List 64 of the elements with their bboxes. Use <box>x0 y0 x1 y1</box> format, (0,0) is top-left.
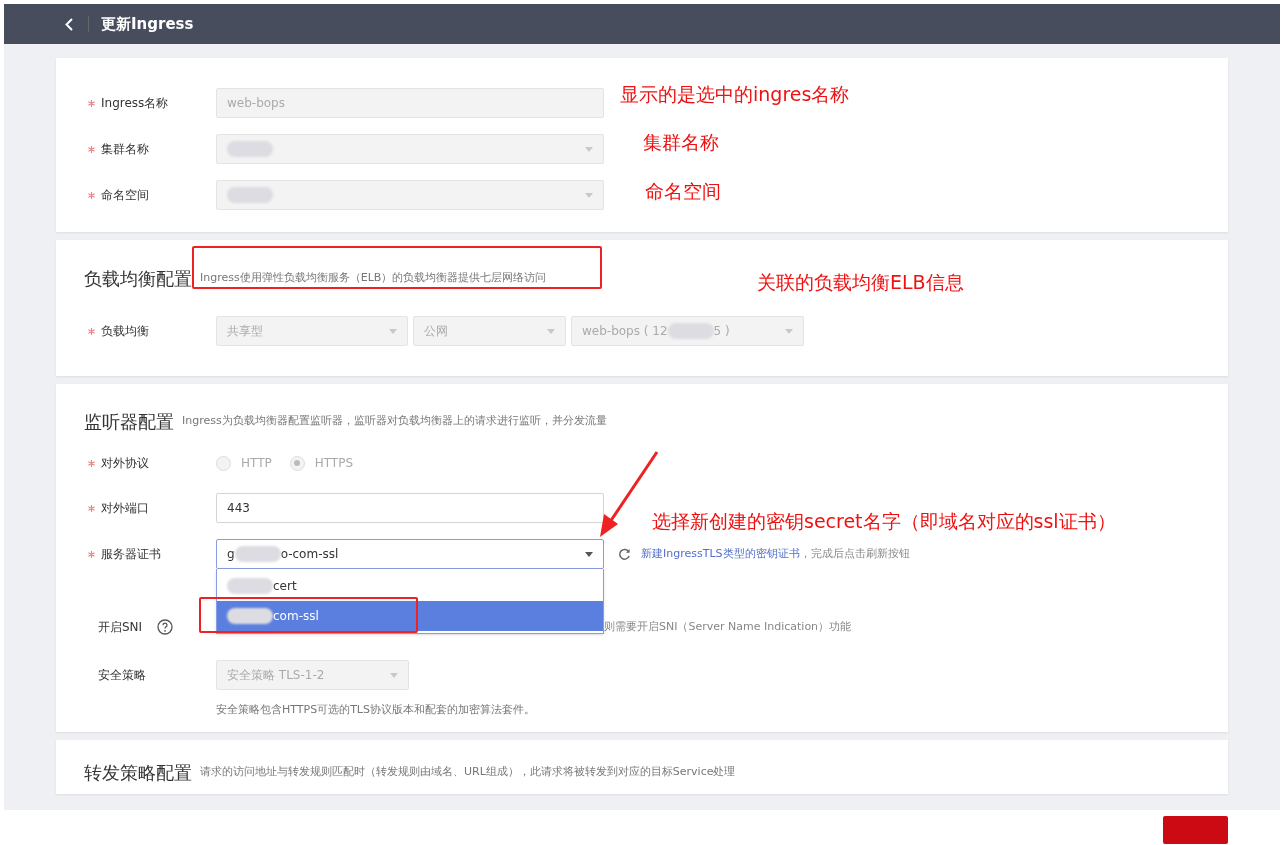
field-label: 对外协议 <box>101 455 149 472</box>
field-value: web-bops <box>227 95 285 112</box>
field-value: g <box>227 546 235 563</box>
caret-icon <box>585 192 593 198</box>
chevron-left-icon <box>65 17 73 31</box>
field-label: 对外端口 <box>101 500 149 517</box>
help-text: 安全策略包含HTTPS可选的TLS协议版本和配套的加密算法套件。 <box>216 703 535 716</box>
submit-button[interactable] <box>1163 816 1228 844</box>
page-title: 更新Ingress <box>101 13 194 35</box>
caret-icon <box>585 551 593 557</box>
field-value: o-com-ssl <box>280 546 339 563</box>
dropdown-option[interactable]: com-ssl <box>217 601 603 631</box>
refresh-icon[interactable] <box>618 547 631 561</box>
field-value: 安全策略 TLS-1-2 <box>227 667 325 684</box>
help-icon <box>157 619 173 635</box>
annotation-note: 显示的是选中的ingres名称 <box>620 82 850 107</box>
asterisk-icon <box>88 191 95 199</box>
section-title: 监听器配置 <box>84 409 174 434</box>
caret-icon <box>389 328 397 334</box>
radio-label: HTTP <box>241 455 272 472</box>
field-value: 443 <box>227 500 250 517</box>
field-value: 5 ) <box>713 323 730 340</box>
select-field[interactable]: web-bops ( 12 5 ) <box>571 316 804 346</box>
input-field[interactable]: 443 <box>216 493 604 523</box>
section-title: 转发策略配置 <box>84 760 192 785</box>
field-label: 负载均衡 <box>101 323 149 340</box>
hint-text: ，完成后点击刷新按钮 <box>799 545 910 562</box>
annotation-note: 命名空间 <box>645 179 721 204</box>
field-label: 命名空间 <box>101 187 149 204</box>
section-title: 负载均衡配置 <box>84 266 192 291</box>
radio-label: HTTPS <box>314 455 354 472</box>
field-value: 公网 <box>424 323 448 340</box>
asterisk-icon <box>88 145 95 153</box>
select-field[interactable]: 公网 <box>413 316 566 346</box>
annotation-note: 选择新创建的密钥secret名字（即域名对应的ssl证书） <box>652 509 1116 534</box>
asterisk-icon <box>88 99 95 107</box>
section-description: 请求的访问地址与转发规则匹配时（转发规则由域名、URL组成），此请求将被转发到对应的目标Service处理 <box>200 763 736 780</box>
asterisk-icon <box>88 504 95 512</box>
redaction-blur <box>234 546 281 562</box>
section-description: Ingress为负载均衡器配置监听器，监听器对负载均衡器上的请求进行监听，并分发流量 <box>182 412 607 429</box>
hint-text: 则需要开启SNI（Server Name Indication）功能 <box>604 618 852 635</box>
field-label: 服务器证书 <box>101 546 161 563</box>
redaction-blur <box>227 608 273 624</box>
caret-icon <box>390 672 398 678</box>
asterisk-icon <box>88 550 95 558</box>
select-field[interactable]: 共享型 <box>216 316 408 346</box>
field-value: web-bops ( 12 <box>582 323 668 340</box>
redaction-blur <box>227 578 273 594</box>
asterisk-icon <box>88 327 95 335</box>
field-label: Ingress名称 <box>101 95 169 112</box>
annotation-note: 集群名称 <box>643 130 719 155</box>
field-label: 安全策略 <box>98 667 146 684</box>
annotation-note: 关联的负载均衡ELB信息 <box>757 270 964 295</box>
asterisk-icon <box>88 459 95 467</box>
field-value: 共享型 <box>227 323 263 340</box>
caret-icon <box>585 146 593 152</box>
caret-icon <box>547 328 555 334</box>
section-description: Ingress使用弹性负载均衡服务（ELB）的负载均衡器提供七层网络访问 <box>200 269 547 286</box>
caret-icon <box>785 328 793 334</box>
dropdown-option[interactable]: cert <box>217 571 603 601</box>
field-label: 开启SNI <box>98 619 143 636</box>
select-field[interactable]: g o-com-ssl <box>216 539 604 569</box>
create-certificate-link[interactable]: 新建IngressTLS类型的密钥证书 <box>641 545 800 563</box>
field-label: 集群名称 <box>101 141 149 158</box>
